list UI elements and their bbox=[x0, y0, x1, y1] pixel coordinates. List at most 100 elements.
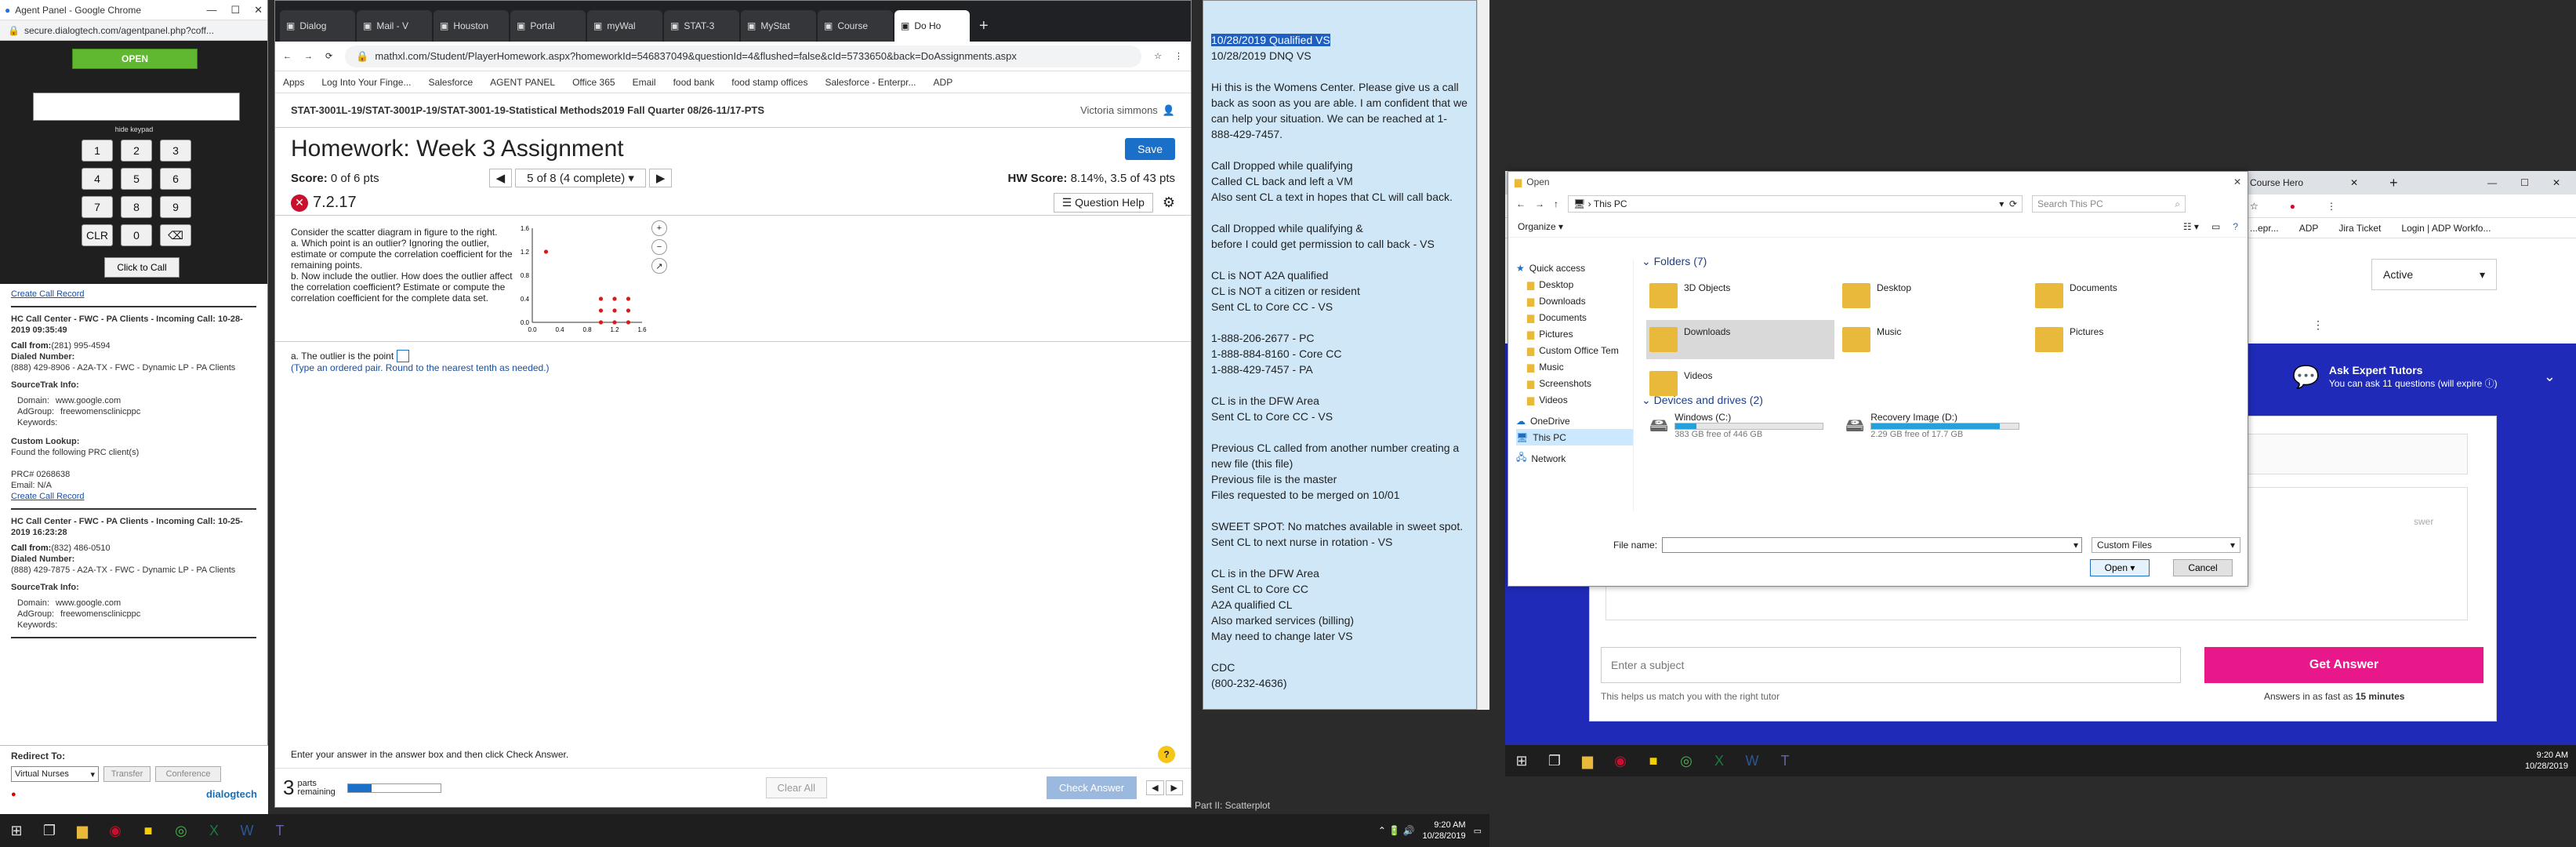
save-button[interactable]: Save bbox=[1125, 138, 1175, 160]
keypad-key[interactable]: CLR bbox=[82, 224, 113, 246]
address-bar[interactable]: 🔒 secure.dialogtech.com/agentpanel.php?co… bbox=[0, 20, 267, 41]
nav-item[interactable]: ▆ Downloads bbox=[1516, 293, 1633, 309]
close-icon[interactable]: ✕ bbox=[2552, 177, 2560, 188]
filename-input[interactable]: ▾ bbox=[1662, 537, 2083, 553]
file-explorer-icon[interactable]: ▆ bbox=[71, 819, 94, 842]
back-icon[interactable]: ← bbox=[1516, 198, 1526, 209]
search-input[interactable]: Search This PC ⌕ bbox=[2032, 195, 2186, 213]
bookmark-item[interactable]: Office 365 bbox=[572, 77, 615, 88]
dial-input[interactable] bbox=[33, 93, 240, 121]
bookmark-item[interactable]: Jira Ticket bbox=[2338, 223, 2381, 234]
start-icon[interactable]: ⊞ bbox=[1510, 749, 1533, 772]
folder-item[interactable]: Music bbox=[1839, 320, 2027, 359]
folder-item[interactable]: Documents bbox=[2032, 276, 2220, 315]
reload-icon[interactable]: ⟳ bbox=[325, 51, 332, 61]
browser-tab[interactable]: ▣ Course bbox=[818, 10, 893, 42]
drive-item[interactable]: 🖴 Recovery Image (D:) 2.29 GB free of 17.7… bbox=[1845, 412, 2020, 444]
get-answer-button[interactable]: Get Answer bbox=[2204, 647, 2483, 683]
help-icon[interactable]: ? bbox=[1158, 746, 1175, 763]
question-help-button[interactable]: ☰ Question Help bbox=[1053, 193, 1153, 213]
keypad-key[interactable]: 4 bbox=[82, 168, 113, 190]
minimize-icon[interactable]: — bbox=[2487, 177, 2497, 188]
sticky-notes-icon[interactable]: ■ bbox=[136, 819, 160, 842]
hide-keypad-link[interactable]: hide keypad bbox=[0, 125, 268, 133]
answer-input[interactable] bbox=[397, 350, 410, 362]
click-to-call-button[interactable]: Click to Call bbox=[104, 257, 180, 278]
chrome-icon[interactable]: ◎ bbox=[1674, 749, 1698, 772]
zoom-out-icon[interactable]: − bbox=[651, 239, 667, 255]
view-icon[interactable]: ☷ ▾ bbox=[2183, 221, 2199, 232]
keypad-key[interactable]: 9 bbox=[160, 196, 191, 218]
star-icon[interactable]: ☆ bbox=[2250, 201, 2259, 212]
bookmark-item[interactable]: AGENT PANEL bbox=[490, 77, 555, 88]
folder-item[interactable]: 3D Objects bbox=[1646, 276, 1834, 315]
zoom-in-icon[interactable]: + bbox=[651, 220, 667, 236]
coursehero-tab[interactable]: Course Hero bbox=[2250, 177, 2303, 188]
keypad-key[interactable]: 1 bbox=[82, 140, 113, 162]
gear-icon[interactable]: ⚙ bbox=[1163, 194, 1175, 211]
bookmark-item[interactable]: Email bbox=[633, 77, 656, 88]
tray-icons[interactable]: ⌃ 🔋 🔊 bbox=[1378, 825, 1415, 836]
conference-button[interactable]: Conference bbox=[155, 766, 221, 782]
check-answer-button[interactable]: Check Answer bbox=[1046, 776, 1137, 799]
forward-icon[interactable]: → bbox=[304, 52, 313, 61]
more-icon[interactable]: ⋮ bbox=[2313, 318, 2324, 332]
maximize-icon[interactable]: ☐ bbox=[2520, 177, 2529, 188]
notes-scrollbar[interactable] bbox=[1477, 0, 1489, 710]
subject-input[interactable]: Enter a subject bbox=[1601, 647, 2181, 683]
keypad-key[interactable]: 3 bbox=[160, 140, 191, 162]
bookmark-item[interactable]: food bank bbox=[673, 77, 715, 88]
new-tab-icon[interactable]: + bbox=[979, 17, 989, 35]
nav-item[interactable]: ▆ Videos bbox=[1516, 391, 1633, 408]
bookmark-item[interactable]: Apps bbox=[283, 77, 304, 88]
nav-item[interactable]: 🖧 Network bbox=[1516, 450, 1633, 467]
chrome-icon[interactable]: ◎ bbox=[169, 819, 193, 842]
chevron-down-icon[interactable]: ⌄ bbox=[2544, 369, 2556, 385]
redirect-select[interactable]: Virtual Nurses ▾ bbox=[11, 766, 99, 782]
excel-icon[interactable]: X bbox=[202, 819, 226, 842]
folder-item[interactable]: Desktop bbox=[1839, 276, 2027, 315]
call-from[interactable]: (832) 486-0510 bbox=[51, 543, 110, 553]
nav-item[interactable]: ▆ Pictures bbox=[1516, 325, 1633, 342]
notification-icon[interactable]: ▭ bbox=[1474, 826, 1482, 836]
prev-arrow-icon[interactable]: ◀ bbox=[1146, 780, 1164, 795]
app-icon[interactable]: ◉ bbox=[1609, 749, 1632, 772]
nav-item[interactable]: ★ Quick access bbox=[1516, 260, 1633, 276]
browser-tab[interactable]: ▣ myWal bbox=[587, 10, 662, 42]
create-call-record-link[interactable]: Create Call Record bbox=[11, 492, 85, 501]
bookmark-item[interactable]: Salesforce bbox=[428, 77, 473, 88]
bookmark-item[interactable]: ADP bbox=[2299, 223, 2319, 234]
nav-item[interactable]: ☁ OneDrive bbox=[1516, 413, 1633, 429]
browser-tab[interactable]: ▣ STAT-3 bbox=[664, 10, 739, 42]
keypad-key[interactable]: 2 bbox=[121, 140, 152, 162]
user-name[interactable]: Victoria simmons bbox=[1080, 104, 1158, 116]
next-arrow-icon[interactable]: ▶ bbox=[1165, 780, 1183, 795]
keypad-key[interactable]: 0 bbox=[121, 224, 152, 246]
menu-icon[interactable]: ⋮ bbox=[2327, 201, 2336, 212]
open-button[interactable]: OPEN bbox=[72, 49, 198, 69]
notes-window[interactable]: 10/28/2019 Qualified VS 10/28/2019 DNQ V… bbox=[1203, 0, 1477, 710]
path-bar[interactable]: 🖥 › This PC ▾ ⟳ bbox=[1568, 195, 2023, 213]
browser-tab[interactable]: ▣ MyStat bbox=[741, 10, 816, 42]
file-type-select[interactable]: Custom Files ▾ bbox=[2092, 537, 2241, 553]
maximize-icon[interactable]: ☐ bbox=[230, 4, 240, 16]
bookmark-item[interactable]: ...epr... bbox=[2250, 223, 2279, 234]
browser-tab[interactable]: ▣ Dialog bbox=[280, 10, 355, 42]
bookmark-item[interactable]: ADP bbox=[934, 77, 953, 88]
nav-item[interactable]: ▆ Screenshots bbox=[1516, 375, 1633, 391]
back-icon[interactable]: ← bbox=[283, 52, 292, 61]
bookmark-item[interactable]: Log Into Your Finge... bbox=[321, 77, 411, 88]
keypad-key[interactable]: 8 bbox=[121, 196, 152, 218]
star-icon[interactable]: ☆ bbox=[1154, 51, 1162, 61]
help-icon[interactable]: ? bbox=[2233, 221, 2238, 232]
bookmark-item[interactable]: Salesforce - Enterpr... bbox=[825, 77, 916, 88]
nav-item[interactable]: ▆ Documents bbox=[1516, 309, 1633, 325]
pane-icon[interactable]: ▭ bbox=[2211, 221, 2220, 232]
teams-icon[interactable]: T bbox=[268, 819, 292, 842]
nav-item[interactable]: 🖥 This PC bbox=[1516, 429, 1633, 445]
clock[interactable]: 9:20 AM 10/28/2019 bbox=[2525, 750, 2576, 772]
avatar[interactable]: ● bbox=[2290, 201, 2295, 212]
folder-item[interactable]: Videos bbox=[1646, 364, 1834, 403]
new-tab-icon[interactable]: + bbox=[2389, 175, 2398, 191]
open-button[interactable]: Open ▾ bbox=[2090, 559, 2150, 576]
